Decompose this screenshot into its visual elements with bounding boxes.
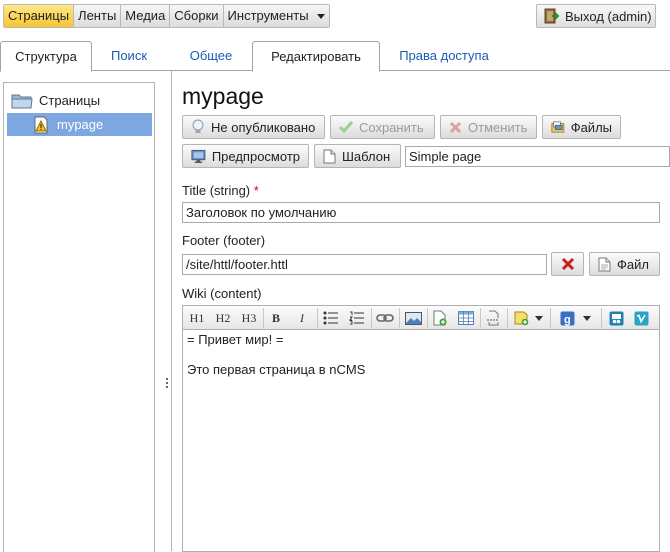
title-field-label-text: Title (string)	[182, 183, 251, 198]
footer-file-button[interactable]: Файл	[589, 252, 660, 276]
wiki-line	[187, 347, 655, 362]
save-label: Сохранить	[359, 119, 424, 135]
files-icon	[551, 121, 565, 133]
template-name-input[interactable]	[405, 146, 670, 167]
insert-snippet-dropdown[interactable]	[510, 308, 546, 328]
clear-footer-button[interactable]	[551, 252, 584, 276]
chevron-down-icon	[534, 315, 543, 321]
tree-item-label: mypage	[57, 117, 104, 132]
page-tree-panel: Страницы mypage	[3, 82, 155, 552]
exit-door-icon	[544, 8, 559, 24]
footer-input[interactable]	[182, 254, 547, 275]
template-button[interactable]: Шаблон	[314, 144, 401, 168]
footer-file-label: Файл	[617, 256, 649, 272]
title-input[interactable]	[182, 202, 660, 223]
files-button[interactable]: Файлы	[542, 115, 621, 139]
tree-item-pages-root[interactable]: Страницы	[4, 89, 154, 112]
required-marker: *	[253, 183, 259, 198]
wiki-toolbar: H1 H2 H3 B I g	[182, 305, 660, 330]
tree-item-label: Страницы	[39, 93, 101, 108]
page-title: mypage	[182, 83, 264, 109]
document-icon	[323, 149, 336, 163]
slideshare-widget-button[interactable]	[606, 308, 626, 328]
preview-label: Предпросмотр	[211, 148, 300, 164]
slideshare-icon	[609, 311, 623, 325]
insert-table-button[interactable]	[456, 308, 476, 328]
chevron-down-icon	[316, 14, 325, 20]
heading2-button[interactable]: H2	[212, 308, 234, 328]
tree-item-mypage[interactable]: mypage	[7, 113, 152, 136]
unpublished-label: Не опубликовано	[211, 119, 316, 135]
page-break-button[interactable]	[483, 308, 503, 328]
chevron-down-icon	[582, 315, 591, 321]
wiki-line: Это первая страница в nCMS	[187, 362, 366, 377]
numbered-list-button[interactable]	[347, 308, 367, 328]
delete-x-icon	[561, 257, 574, 271]
heading1-button[interactable]: H1	[186, 308, 208, 328]
monitor-icon	[191, 149, 206, 163]
insert-file-button[interactable]	[430, 308, 450, 328]
image-icon	[404, 311, 422, 325]
italic-button[interactable]: I	[293, 308, 311, 328]
menu-item-media[interactable]: Медиа	[121, 5, 171, 27]
logout-button[interactable]: Выход (admin)	[536, 4, 656, 28]
tab-permissions[interactable]: Права доступа	[392, 41, 496, 71]
checkmark-icon	[339, 121, 353, 134]
bulleted-list-icon	[323, 311, 338, 325]
wiki-field-label: Wiki (content)	[182, 286, 262, 301]
file-add-icon	[433, 310, 447, 326]
menu-item-tools[interactable]: Инструменты	[224, 5, 329, 27]
table-icon	[458, 311, 474, 325]
logout-label: Выход (admin)	[565, 8, 652, 24]
wiki-content-editor[interactable]: = Привет мир! = Это первая страница в nC…	[182, 330, 660, 552]
note-add-icon	[514, 311, 528, 325]
template-label: Шаблон	[342, 148, 391, 164]
cancel-button[interactable]: Отменить	[440, 115, 537, 139]
link-button[interactable]	[374, 308, 396, 328]
menu-item-tools-label: Инструменты	[227, 8, 309, 23]
panel-splitter-handle[interactable]	[166, 378, 169, 388]
bulleted-list-button[interactable]	[321, 308, 341, 328]
footer-field-label: Footer (footer)	[182, 233, 266, 248]
wiki-line: = Привет мир! =	[187, 332, 284, 347]
cancel-label: Отменить	[468, 119, 528, 135]
warning-page-icon	[34, 116, 48, 133]
title-field-label: Title (string) *	[182, 183, 259, 198]
vimeo-widget-button[interactable]	[631, 308, 651, 328]
folder-icon	[11, 94, 33, 108]
vimeo-icon	[634, 311, 648, 325]
tab-edit[interactable]: Редактировать	[252, 41, 380, 72]
document-icon	[598, 257, 611, 271]
lightbulb-icon	[192, 119, 204, 133]
close-icon	[449, 121, 462, 133]
top-menu: Страницы Ленты Медиа Сборки Инструменты	[3, 4, 330, 28]
insert-image-button[interactable]	[402, 308, 424, 328]
menu-item-pages[interactable]: Страницы	[4, 5, 75, 27]
tab-general[interactable]: Общее	[180, 41, 242, 71]
preview-button[interactable]: Предпросмотр	[182, 144, 309, 168]
save-button[interactable]: Сохранить	[330, 115, 435, 139]
heading3-button[interactable]: H3	[238, 308, 260, 328]
menu-item-assemblies[interactable]: Сборки	[170, 5, 224, 27]
svg-text:g: g	[564, 314, 571, 326]
google-widget-dropdown[interactable]: g	[555, 308, 595, 328]
google-icon: g	[560, 311, 574, 326]
menu-item-feeds[interactable]: Ленты	[74, 5, 122, 27]
numbered-list-icon	[349, 311, 364, 325]
files-label: Файлы	[570, 119, 612, 135]
tab-structure[interactable]: Структура	[0, 41, 92, 72]
tab-search[interactable]: Поиск	[100, 41, 158, 71]
link-icon	[376, 314, 394, 322]
bold-button[interactable]: B	[267, 308, 285, 328]
unpublished-button[interactable]: Не опубликовано	[182, 115, 325, 139]
page-break-icon	[487, 310, 499, 326]
